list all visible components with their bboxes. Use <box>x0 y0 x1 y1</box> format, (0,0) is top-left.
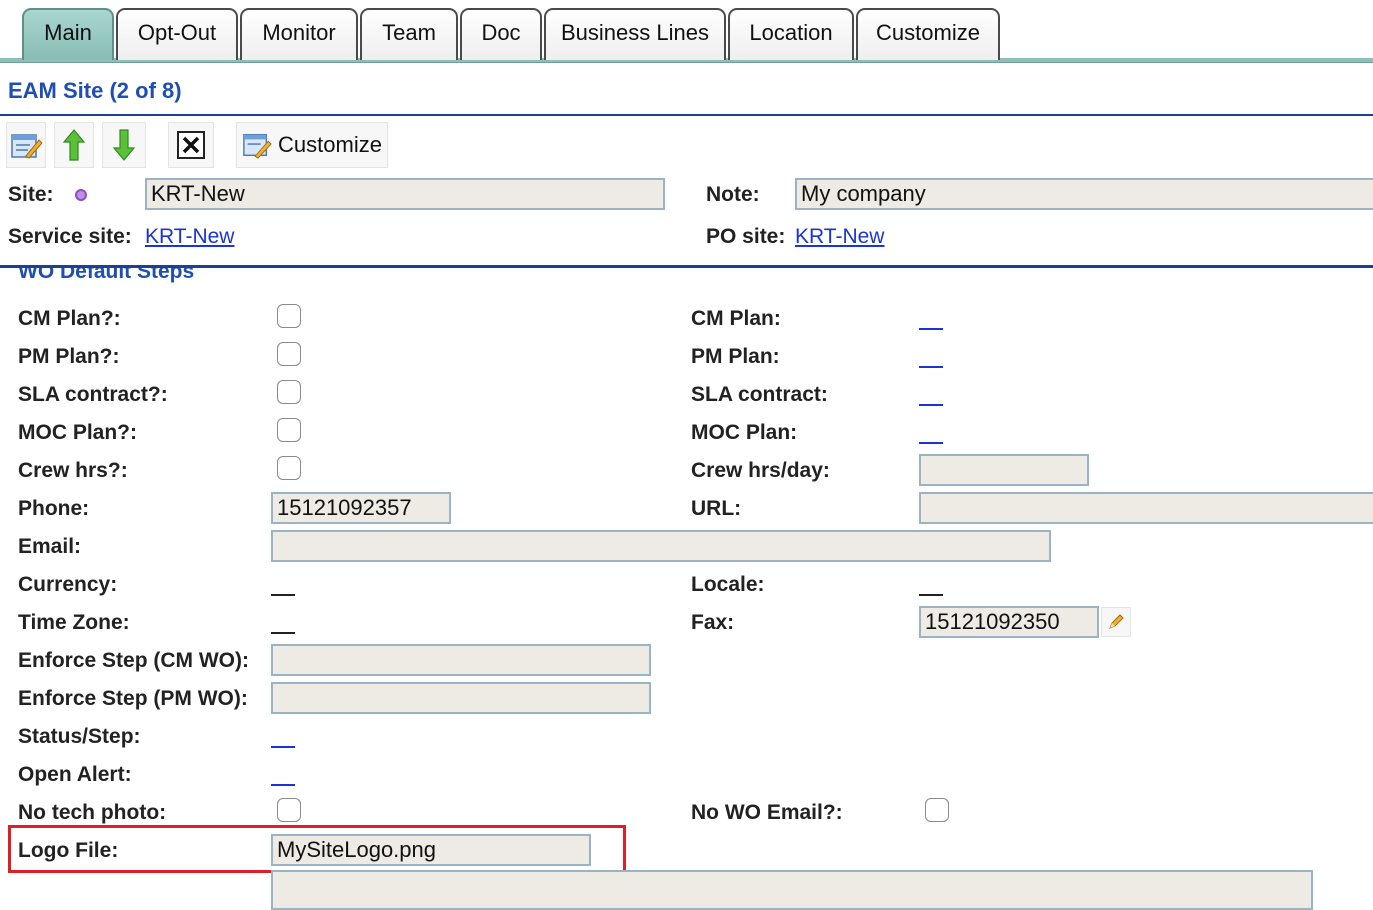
locale-value <box>919 594 943 596</box>
open-alert-link[interactable] <box>271 784 295 786</box>
phone-label: Phone: <box>18 497 90 520</box>
status-step-label: Status/Step: <box>18 725 141 748</box>
arrow-down-icon <box>112 129 136 161</box>
tab-bar: Main Opt-Out Monitor Team Doc Business L… <box>0 0 1373 66</box>
edit-form-icon <box>11 134 42 159</box>
moc-plan-checkbox[interactable] <box>277 418 301 442</box>
fax-input[interactable] <box>919 606 1099 638</box>
pencil-icon <box>1109 614 1124 629</box>
service-site-link[interactable]: KRT-New <box>145 225 234 249</box>
note-label: Note: <box>706 183 760 206</box>
time-zone-label: Time Zone: <box>18 611 130 634</box>
no-wo-email-label: No WO Email?: <box>691 801 843 824</box>
pm-plan-link[interactable] <box>919 366 943 368</box>
po-site-label: PO site: <box>706 225 786 248</box>
no-wo-email-checkbox[interactable] <box>925 798 949 822</box>
tab-customize[interactable]: Customize <box>856 8 1000 60</box>
phone-input[interactable] <box>271 492 451 524</box>
site-input[interactable] <box>145 178 665 210</box>
enforce-cm-label: Enforce Step (CM WO): <box>18 649 249 672</box>
move-up-button[interactable] <box>54 122 94 168</box>
moc-plan-label: MOC Plan: <box>691 421 798 444</box>
tab-team[interactable]: Team <box>360 8 458 60</box>
fax-label: Fax: <box>691 611 735 634</box>
crew-hrs-day-input[interactable] <box>919 454 1089 486</box>
sla-contract-q-label: SLA contract?: <box>18 383 168 406</box>
section-heading: WO Default Steps <box>18 268 195 283</box>
required-indicator-icon <box>75 189 87 201</box>
service-site-label: Service site: <box>8 225 132 248</box>
status-step-link[interactable] <box>271 746 295 748</box>
arrow-up-icon <box>62 129 86 161</box>
moc-plan-link[interactable] <box>919 442 943 444</box>
sla-contract-link[interactable] <box>919 404 943 406</box>
locale-label: Locale: <box>691 573 765 596</box>
crew-hrs-day-label: Crew hrs/day: <box>691 459 830 482</box>
delete-button[interactable] <box>168 122 214 168</box>
enforce-pm-label: Enforce Step (PM WO): <box>18 687 248 710</box>
customize-label: Customize <box>278 132 382 157</box>
no-tech-photo-checkbox[interactable] <box>277 798 301 822</box>
po-site-link[interactable]: KRT-New <box>795 225 884 249</box>
tab-business-lines[interactable]: Business Lines <box>544 8 726 60</box>
page-title: EAM Site (2 of 8) <box>8 78 182 103</box>
customize-form-icon <box>243 133 272 159</box>
site-label: Site: <box>8 183 54 206</box>
sla-contract-checkbox[interactable] <box>277 380 301 404</box>
next-row-input-clipped[interactable] <box>271 870 1313 910</box>
tab-opt-out[interactable]: Opt-Out <box>116 8 238 60</box>
pm-plan-q-label: PM Plan?: <box>18 345 120 368</box>
currency-value <box>271 594 295 596</box>
crew-hrs-checkbox[interactable] <box>277 456 301 480</box>
move-down-button[interactable] <box>102 122 146 168</box>
url-label: URL: <box>691 497 742 520</box>
sla-contract-label: SLA contract: <box>691 383 828 406</box>
open-alert-label: Open Alert: <box>18 763 132 786</box>
cm-plan-q-label: CM Plan?: <box>18 307 121 330</box>
cm-plan-checkbox[interactable] <box>277 304 301 328</box>
header-divider <box>0 114 1373 116</box>
customize-button[interactable]: Customize <box>236 122 388 168</box>
logo-file-highlight <box>8 825 626 873</box>
pm-plan-checkbox[interactable] <box>277 342 301 366</box>
moc-plan-q-label: MOC Plan?: <box>18 421 137 444</box>
currency-label: Currency: <box>18 573 118 596</box>
close-box-icon <box>177 131 205 159</box>
no-tech-photo-label: No tech photo: <box>18 801 167 824</box>
crew-hrs-q-label: Crew hrs?: <box>18 459 128 482</box>
note-input[interactable] <box>795 178 1373 210</box>
edit-button[interactable] <box>6 122 46 168</box>
tab-main[interactable]: Main <box>22 8 114 60</box>
tab-monitor[interactable]: Monitor <box>240 8 358 60</box>
email-label: Email: <box>18 535 82 558</box>
cm-plan-label: CM Plan: <box>691 307 781 330</box>
fax-edit-button[interactable] <box>1101 607 1131 637</box>
email-input[interactable] <box>271 530 1051 562</box>
tab-location[interactable]: Location <box>728 8 854 60</box>
enforce-pm-input[interactable] <box>271 682 651 714</box>
pm-plan-label: PM Plan: <box>691 345 780 368</box>
cm-plan-link[interactable] <box>919 328 943 330</box>
url-input[interactable] <box>919 492 1373 524</box>
tab-doc[interactable]: Doc <box>460 8 542 60</box>
section-heading-clip: WO Default Steps <box>18 268 318 290</box>
time-zone-value <box>271 632 295 634</box>
enforce-cm-input[interactable] <box>271 644 651 676</box>
